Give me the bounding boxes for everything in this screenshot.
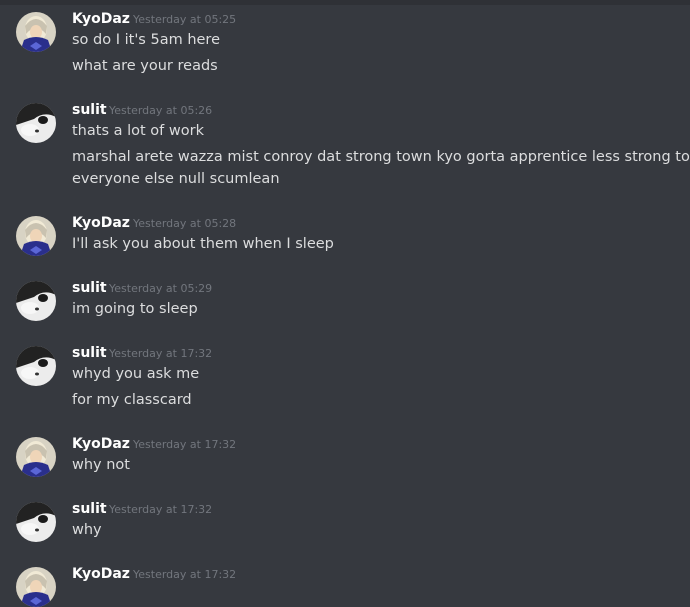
- kyodaz-avatar[interactable]: [16, 12, 56, 52]
- message-author[interactable]: sulit: [72, 343, 107, 363]
- message-text: for my classcard: [72, 392, 192, 408]
- sulit-avatar[interactable]: [16, 281, 56, 321]
- message-text: everyone else null scumlean: [72, 171, 280, 187]
- message-timestamp: Yesterday at 05:29: [109, 282, 213, 295]
- message-text: im going to sleep: [72, 301, 198, 317]
- message-author[interactable]: KyoDaz: [72, 9, 130, 29]
- sulit-avatar[interactable]: [16, 346, 56, 386]
- message-author[interactable]: sulit: [72, 499, 107, 519]
- message-author[interactable]: KyoDaz: [72, 564, 130, 584]
- message-timestamp: Yesterday at 17:32: [109, 503, 213, 516]
- sulit-avatar[interactable]: [16, 103, 56, 143]
- message-author[interactable]: KyoDaz: [72, 434, 130, 454]
- message-text: what are your reads: [72, 58, 218, 74]
- message-timestamp: Yesterday at 17:32: [133, 568, 237, 581]
- channel-top-border: [0, 0, 690, 5]
- message-timestamp: Yesterday at 05:28: [133, 217, 237, 230]
- message-text: whyd you ask me: [72, 366, 200, 382]
- message-text: so do I it's 5am here: [72, 32, 220, 48]
- kyodaz-avatar[interactable]: [16, 216, 56, 256]
- message-text: marshal arete wazza mist conroy dat stro…: [72, 149, 690, 165]
- kyodaz-avatar[interactable]: [16, 567, 56, 607]
- message-author[interactable]: sulit: [72, 100, 107, 120]
- message-text: I'll ask you about them when I sleep: [72, 236, 334, 252]
- message-timestamp: Yesterday at 05:25: [133, 13, 237, 26]
- message-timestamp: Yesterday at 05:26: [109, 104, 213, 117]
- sulit-avatar[interactable]: [16, 502, 56, 542]
- message-text: why: [72, 522, 102, 538]
- message-text: why not: [72, 457, 130, 473]
- message-author[interactable]: KyoDaz: [72, 213, 130, 233]
- kyodaz-avatar[interactable]: [16, 437, 56, 477]
- message-text: thats a lot of work: [72, 123, 204, 139]
- message-timestamp: Yesterday at 17:32: [109, 347, 213, 360]
- message-author[interactable]: sulit: [72, 278, 107, 298]
- message-timestamp: Yesterday at 17:32: [133, 438, 237, 451]
